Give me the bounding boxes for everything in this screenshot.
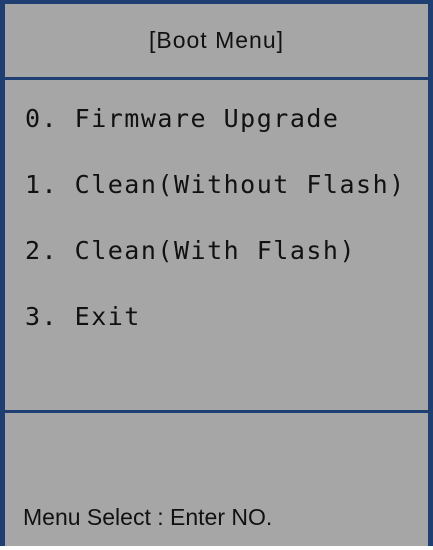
menu-list: 0. Firmware Upgrade 1. Clean(Without Fla… xyxy=(5,80,428,413)
title-bar: [Boot Menu] xyxy=(5,4,428,80)
menu-item-firmware-upgrade[interactable]: 0. Firmware Upgrade xyxy=(25,104,339,133)
menu-select-prompt: Menu Select : Enter NO. xyxy=(23,504,273,530)
status-area: Menu Select : Enter NO. xyxy=(5,413,428,550)
menu-item-clean-without-flash[interactable]: 1. Clean(Without Flash) xyxy=(25,170,406,199)
menu-item-exit[interactable]: 3. Exit xyxy=(25,302,141,331)
boot-menu-screen: [Boot Menu] 0. Firmware Upgrade 1. Clean… xyxy=(0,0,433,546)
boot-menu-title: [Boot Menu] xyxy=(148,27,285,53)
menu-item-clean-with-flash[interactable]: 2. Clean(With Flash) xyxy=(25,236,356,265)
